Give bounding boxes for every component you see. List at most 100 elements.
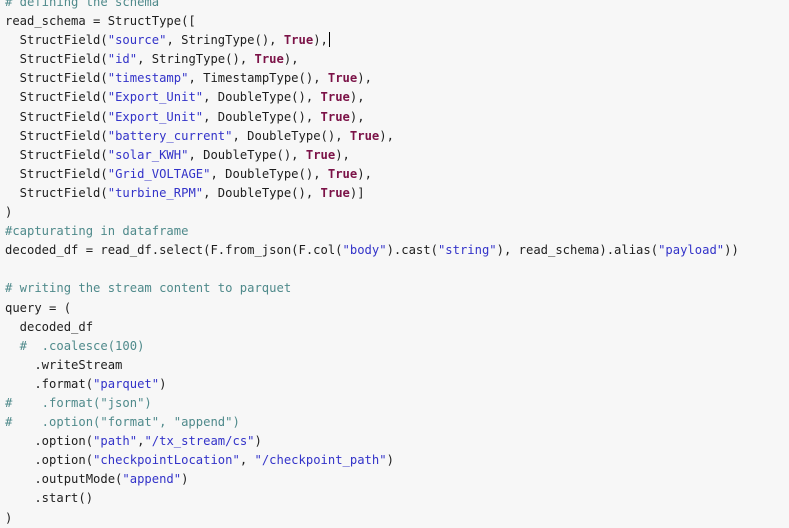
code-text: ) xyxy=(254,434,262,449)
code-keyword: True xyxy=(327,166,358,181)
code-line: StructField("id", StringType(), True), xyxy=(5,50,789,69)
code-keyword: True xyxy=(349,128,380,143)
code-text: , DoubleType(), xyxy=(232,128,350,143)
code-string: "path" xyxy=(93,434,138,449)
code-comment: # .option("format", "append") xyxy=(5,415,240,430)
code-string: "/tx_stream/cs" xyxy=(144,434,255,449)
code-string: "battery_current" xyxy=(107,128,233,143)
code-string: "Export_Unit" xyxy=(107,109,204,124)
code-text: decoded_df xyxy=(5,319,94,334)
code-text: ), xyxy=(349,90,365,105)
code-string: "string" xyxy=(437,243,497,258)
code-keyword: True xyxy=(320,185,350,200)
code-text: StructField( xyxy=(5,147,108,162)
code-keyword: True xyxy=(327,71,358,86)
code-line: # defining the schema xyxy=(5,0,789,12)
code-line: decoded_df xyxy=(5,318,789,337)
code-line: # .format("json") xyxy=(5,394,789,413)
code-text: decoded_df = read_df.select(F.from_json(… xyxy=(5,243,343,258)
code-keyword: True xyxy=(283,33,314,48)
code-text: StructField( xyxy=(5,109,108,124)
code-string: "id" xyxy=(107,52,138,67)
code-text: , StringType(), xyxy=(137,52,255,67)
code-text: .outputMode( xyxy=(5,472,123,487)
code-line: StructField("timestamp", TimestampType()… xyxy=(5,69,789,88)
code-text: StructField( xyxy=(5,71,108,86)
code-line: StructField("Grid_VOLTAGE", DoubleType()… xyxy=(5,165,789,184)
code-string: "Grid_VOLTAGE" xyxy=(107,166,211,181)
code-text: , DoubleType(), xyxy=(188,147,306,162)
code-string: "body" xyxy=(342,243,387,258)
code-text: StructField( xyxy=(5,90,108,105)
code-text: StructField( xyxy=(5,52,108,67)
code-string: "source" xyxy=(107,33,167,48)
code-text: )] xyxy=(349,185,365,200)
code-text: StructField( xyxy=(5,128,108,143)
code-string: "turbine_RPM" xyxy=(107,185,204,200)
code-line: .writeStream xyxy=(5,356,789,375)
code-text: .format( xyxy=(5,376,94,391)
code-text: read_schema = StructType([ xyxy=(5,14,196,29)
code-text: ) xyxy=(5,510,13,525)
code-line: StructField("solar_KWH", DoubleType(), T… xyxy=(5,146,789,165)
code-text: ), xyxy=(335,147,350,162)
code-line: query = ( xyxy=(5,299,789,318)
code-text: StructField( xyxy=(5,33,108,48)
code-string: "/checkpoint_path" xyxy=(254,453,387,468)
code-text: ).cast( xyxy=(386,243,438,258)
code-keyword: True xyxy=(305,147,336,162)
code-text: ), xyxy=(357,71,372,86)
code-text: ), xyxy=(313,33,328,48)
code-text: , StringType(), xyxy=(166,33,284,48)
code-line: StructField("Export_Unit", DoubleType(),… xyxy=(5,108,789,127)
code-line: StructField("source", StringType(), True… xyxy=(5,31,789,50)
code-text: ), xyxy=(349,109,365,124)
code-string: "payload" xyxy=(658,243,725,258)
code-line: StructField("Export_Unit", DoubleType(),… xyxy=(5,88,789,107)
code-line: decoded_df = read_df.select(F.from_json(… xyxy=(5,241,789,260)
code-text: , DoubleType(), xyxy=(203,90,321,105)
code-text: .option( xyxy=(5,434,94,449)
code-string: "checkpointLocation" xyxy=(93,453,240,468)
code-text: .option( xyxy=(5,453,94,468)
code-text: ), xyxy=(357,166,372,181)
code-keyword: True xyxy=(320,109,350,124)
code-text: ) xyxy=(181,472,189,487)
code-line: # .coalesce(100) xyxy=(5,337,789,356)
code-text: .writeStream xyxy=(5,357,123,372)
code-string: "Export_Unit" xyxy=(107,90,204,105)
code-editor[interactable]: # defining the schema read_schema = Struc… xyxy=(0,0,789,528)
code-line: ) xyxy=(5,509,789,528)
code-line: .format("parquet") xyxy=(5,375,789,394)
code-line: # .option("format", "append") xyxy=(5,413,789,432)
code-line: .start() xyxy=(5,489,789,508)
code-line: StructField("turbine_RPM", DoubleType(),… xyxy=(5,184,789,203)
code-comment: # defining the schema xyxy=(5,0,160,9)
code-text: )) xyxy=(724,243,739,258)
code-text: ), read_schema).alias( xyxy=(496,243,659,258)
code-text: ) xyxy=(386,453,394,468)
code-line: ) xyxy=(5,203,789,222)
code-comment: #capturating in dataframe xyxy=(5,224,189,239)
code-line: # writing the stream content to parquet xyxy=(5,279,789,298)
code-keyword: True xyxy=(320,90,350,105)
code-string: "parquet" xyxy=(93,376,160,391)
code-line: #capturating in dataframe xyxy=(5,222,789,241)
code-line: StructField("battery_current", DoubleTyp… xyxy=(5,127,789,146)
code-comment: # .coalesce(100) xyxy=(5,338,145,353)
code-comment: # writing the stream content to parquet xyxy=(5,281,292,296)
code-text: ) xyxy=(159,376,167,391)
code-text: ) xyxy=(5,205,13,220)
code-keyword: True xyxy=(254,52,284,67)
text-cursor xyxy=(328,32,330,48)
code-text: , xyxy=(239,453,255,468)
code-text: query = ( xyxy=(5,300,72,315)
code-text: ), xyxy=(379,128,394,143)
code-line: .outputMode("append") xyxy=(5,470,789,489)
code-string: "append" xyxy=(122,472,182,487)
code-text: , TimestampType(), xyxy=(188,71,328,86)
code-line: read_schema = StructType([ xyxy=(5,12,789,31)
code-text: ), xyxy=(283,52,299,67)
code-comment: # .format("json") xyxy=(5,395,152,410)
